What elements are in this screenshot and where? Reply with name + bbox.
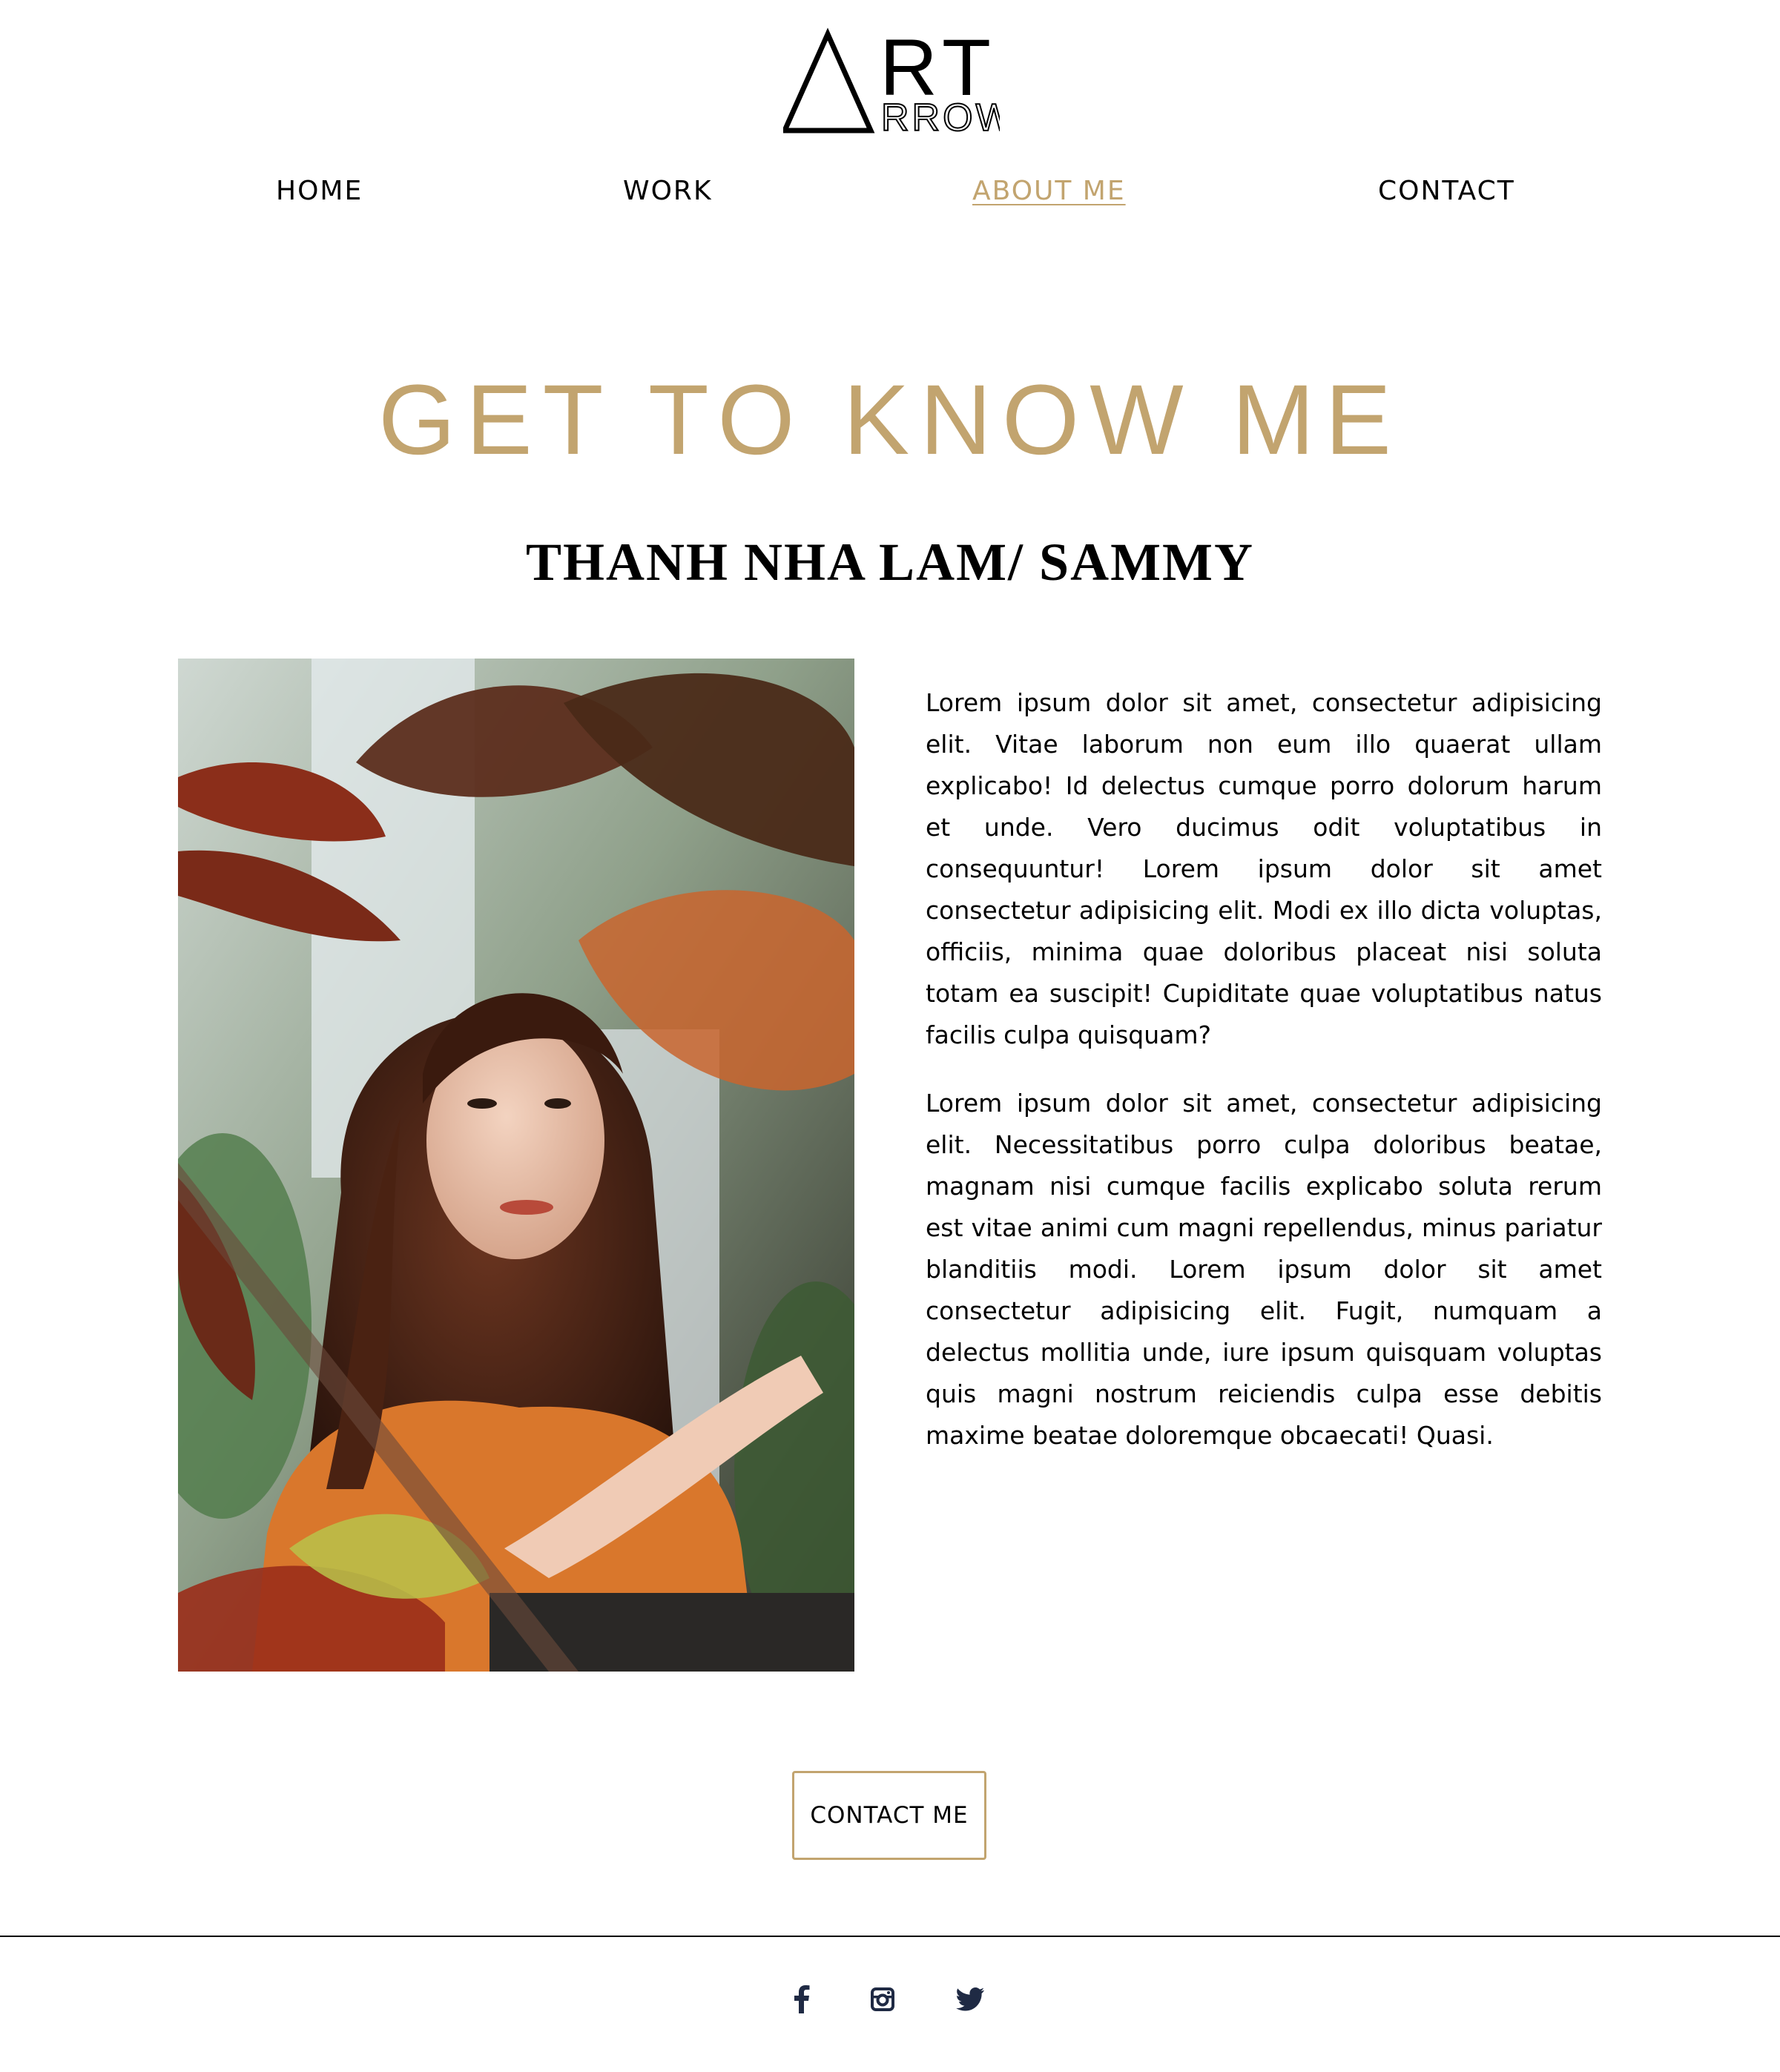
person-name: THANH NHA LAM/ SAMMY bbox=[526, 532, 1254, 592]
logo-mark: RT RROW bbox=[783, 27, 1000, 135]
bio-text: Lorem ipsum dolor sit amet, consectetur … bbox=[926, 682, 1602, 1483]
profile-photo bbox=[178, 659, 854, 1672]
logo-text-bottom: RROW bbox=[881, 96, 1000, 135]
instagram-link[interactable] bbox=[865, 1982, 900, 2017]
nav-home[interactable]: HOME bbox=[276, 169, 363, 214]
nav-work[interactable]: WORK bbox=[623, 169, 713, 214]
nav-contact[interactable]: CONTACT bbox=[1378, 169, 1515, 214]
nav-about-me[interactable]: ABOUT ME bbox=[972, 169, 1126, 214]
contact-me-button[interactable]: CONTACT ME bbox=[792, 1771, 986, 1860]
facebook-icon bbox=[794, 1985, 810, 2013]
facebook-link[interactable] bbox=[784, 1982, 820, 2017]
bio-paragraph-1: Lorem ipsum dolor sit amet, consectetur … bbox=[926, 688, 1602, 1049]
page-title: GET TO KNOW ME bbox=[378, 364, 1402, 475]
logo[interactable]: RT RROW bbox=[783, 27, 1000, 135]
twitter-icon bbox=[956, 1987, 984, 2011]
main-nav: HOME WORK ABOUT ME CONTACT bbox=[0, 169, 1780, 214]
instagram-icon bbox=[871, 1987, 894, 2011]
bio-paragraph-2: Lorem ipsum dolor sit amet, consectetur … bbox=[926, 1089, 1602, 1450]
logo-triangle bbox=[783, 27, 875, 133]
footer-divider bbox=[0, 1936, 1780, 1937]
twitter-link[interactable] bbox=[952, 1982, 988, 2017]
